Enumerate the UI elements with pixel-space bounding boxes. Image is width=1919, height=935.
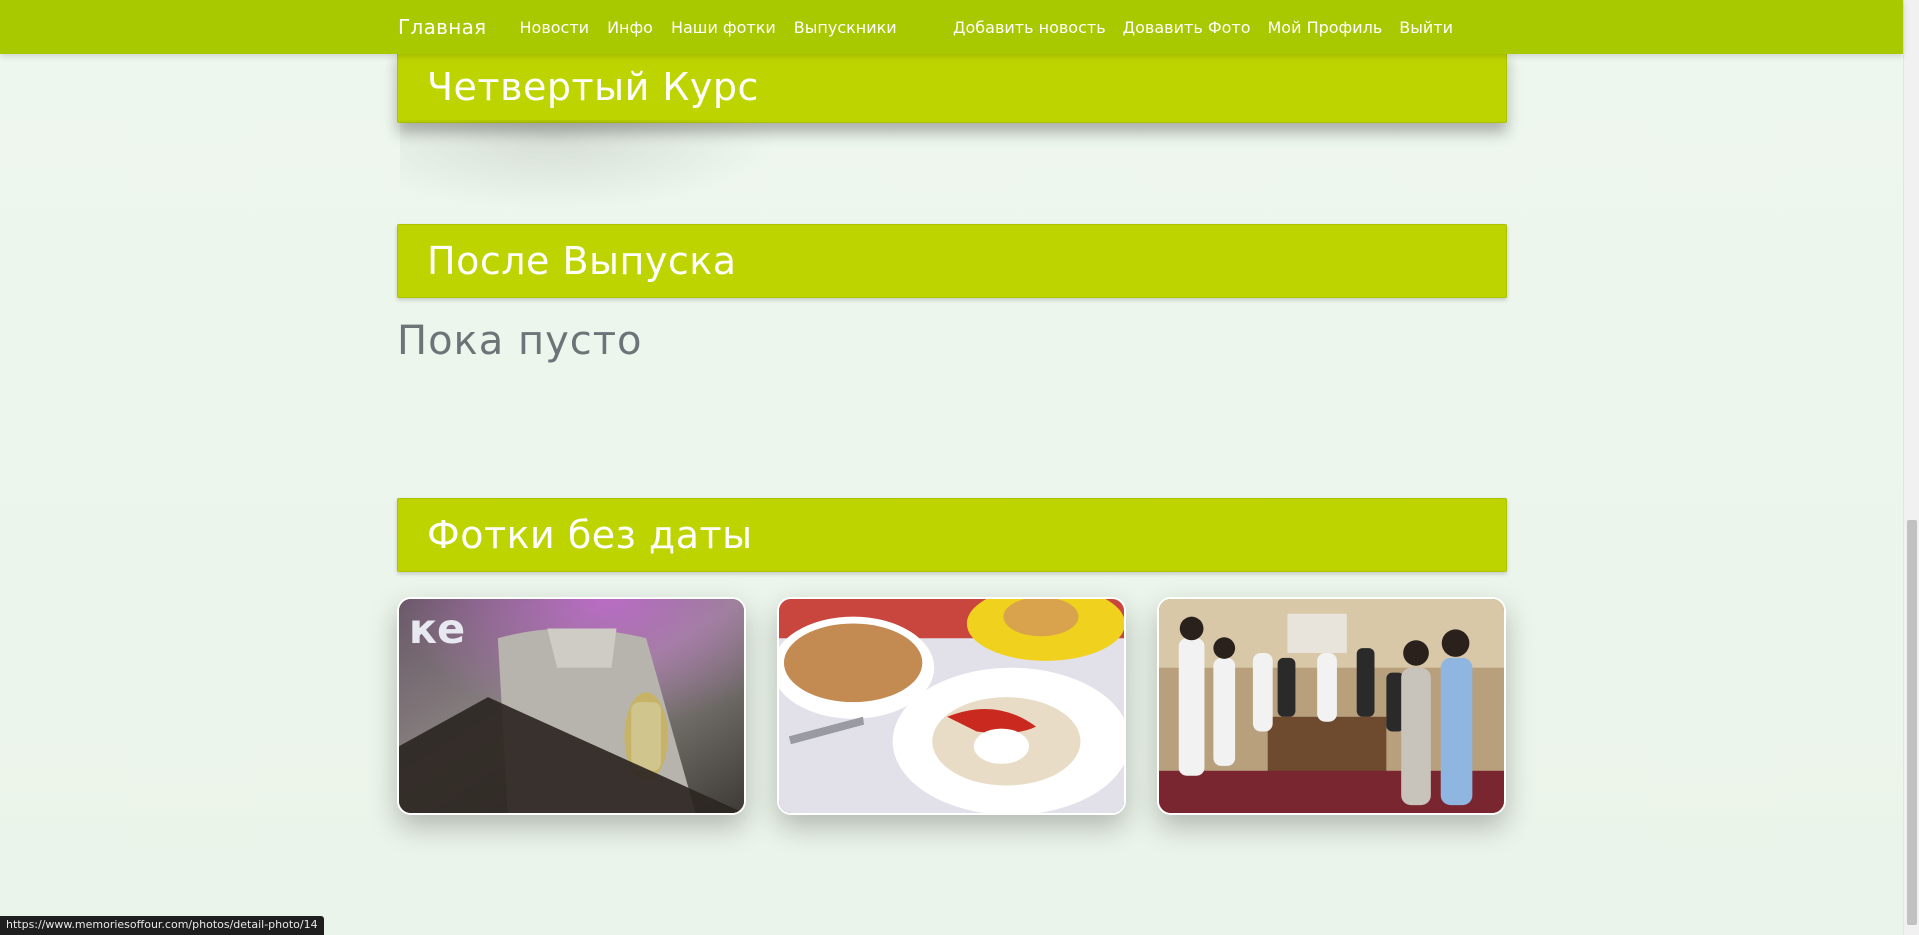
top-navbar: Главная Новости Инфо Наши фотки Выпускни…	[0, 0, 1903, 54]
nav-info-link[interactable]: Инфо	[607, 18, 653, 37]
svg-text:ке: ке	[409, 605, 465, 653]
section-shadow	[400, 120, 780, 210]
page: Главная Новости Инфо Наши фотки Выпускни…	[0, 0, 1919, 935]
section-title: Четвертый Курс	[427, 65, 759, 109]
section-header-fourth-year: Четвертый Курс	[397, 48, 1507, 123]
nav-add-photo-link[interactable]: Довавить Фото	[1123, 18, 1251, 37]
photo-image: ке	[399, 599, 744, 813]
nav-graduates-link[interactable]: Выпускники	[794, 18, 897, 37]
photo-card-3[interactable]	[1157, 597, 1506, 815]
section-title: Фотки без даты	[427, 513, 753, 557]
photo-image	[1159, 599, 1504, 813]
section-title: После Выпуска	[427, 239, 737, 283]
scrollbar-thumb[interactable]	[1907, 520, 1917, 925]
nav-left-group: Главная Новости Инфо Наши фотки Выпускни…	[398, 0, 915, 54]
browser-status-url: https://www.memoriesoffour.com/photos/de…	[0, 916, 324, 935]
section-header-undated-photos: Фотки без даты	[397, 498, 1507, 572]
photo-card-1[interactable]: ке	[397, 597, 746, 815]
nav-photos-link[interactable]: Наши фотки	[671, 18, 776, 37]
nav-home-link[interactable]: Главная	[398, 15, 487, 39]
section-header-after-graduation: После Выпуска	[397, 224, 1507, 298]
nav-profile-link[interactable]: Мой Профиль	[1268, 18, 1383, 37]
nav-logout-link[interactable]: Выйти	[1399, 18, 1453, 37]
empty-state-text: Пока пусто	[397, 318, 643, 364]
page-scrollbar[interactable]	[1903, 0, 1919, 935]
nav-news-link[interactable]: Новости	[520, 18, 590, 37]
photo-card-2[interactable]	[777, 597, 1126, 815]
photo-image	[779, 599, 1124, 813]
nav-add-news-link[interactable]: Добавить новость	[953, 18, 1106, 37]
nav-right-group: Добавить новость Довавить Фото Мой Профи…	[953, 0, 1470, 54]
